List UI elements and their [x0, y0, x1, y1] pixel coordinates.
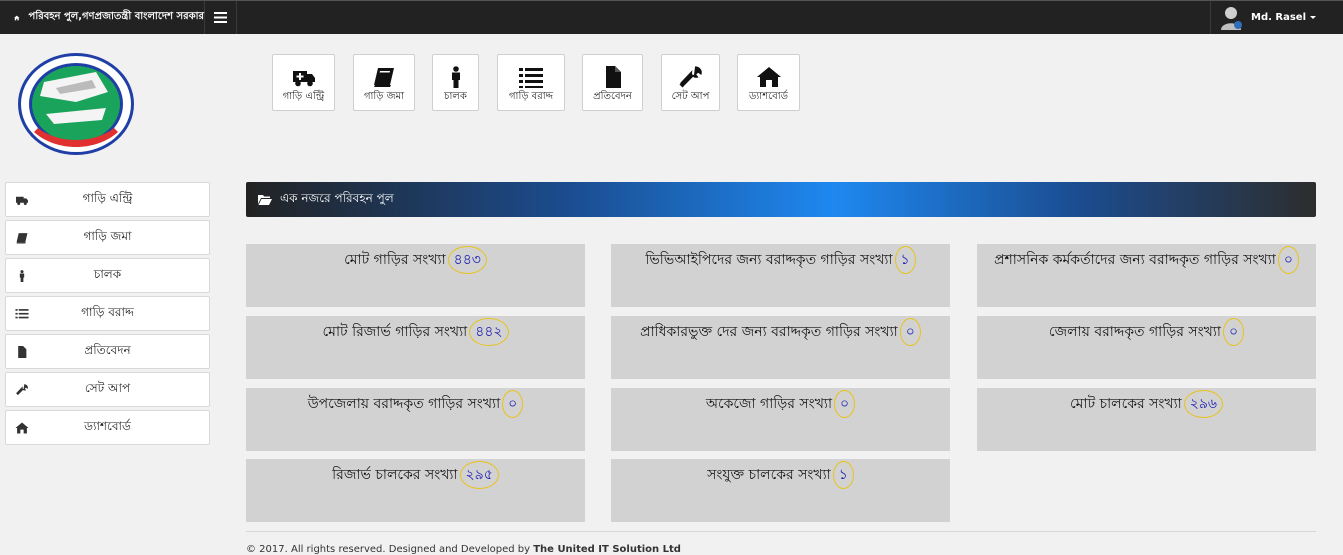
sidebar-item-vehicle-allocation[interactable]: গাড়ি বরাদ্দ: [5, 296, 210, 331]
stat-label: প্রাধিকারভুক্ত দের জন্য বরাদ্দকৃত গাড়ির…: [640, 324, 898, 340]
toolbar-label: গাড়ি বরাদ্দ: [509, 91, 553, 102]
sidebar-item-label: গাড়ি জমা: [83, 228, 132, 243]
stat-label: মোট রিজার্ভ গাড়ির সংখ্যা: [322, 324, 468, 340]
footer-text: © 2017. All rights reserved. Designed an…: [246, 544, 534, 555]
wrench-icon: [679, 66, 702, 88]
home-icon: [14, 15, 20, 20]
caret-down-icon: [1310, 16, 1316, 19]
stat-card[interactable]: মোট চালকের সংখ্যা ২৯৬: [977, 388, 1316, 451]
stat-card[interactable]: ভিভিআইপিদের জন্য বরাদ্দকৃত গাড়ির সংখ্যা…: [611, 244, 950, 307]
ambulance-icon: [292, 71, 315, 87]
home-icon: [756, 67, 781, 87]
top-navbar: পরিবহন পুল,গণপ্রজাতন্ত্রী বাংলাদেশ সরকার…: [0, 0, 1343, 34]
stat-value: ২৯৬: [1183, 390, 1224, 418]
stat-card[interactable]: উপজেলায় বরাদ্দকৃত গাড়ির সংখ্যা ০: [246, 388, 585, 451]
stat-card[interactable]: অকেজো গাড়ির সংখ্যা ০: [611, 388, 950, 451]
sidebar-menu: গাড়ি এন্ট্রি গাড়ি জমা চালক গাড়ি বরাদ্…: [5, 182, 210, 448]
sidebar-item-driver[interactable]: চালক: [5, 258, 210, 293]
stat-value: ২৯৫: [459, 461, 499, 489]
sidebar-item-dashboard[interactable]: ড্যাশবোর্ড: [5, 410, 210, 445]
toolbar-label: ড্যাশবোর্ড: [749, 91, 788, 102]
toolbar-label: প্রতিবেদন: [593, 91, 632, 102]
stat-label: ভিভিআইপিদের জন্য বরাদ্দকৃত গাড়ির সংখ্যা: [645, 252, 893, 268]
toolbar-vehicle-deposit-button[interactable]: গাড়ি জমা: [353, 54, 415, 111]
sidebar-item-vehicle-entry[interactable]: গাড়ি এন্ট্রি: [5, 182, 210, 217]
stat-value: ০: [1222, 318, 1245, 346]
toolbar-label: গাড়ি জমা: [363, 91, 405, 102]
stat-card[interactable]: জেলায় বরাদ্দকৃত গাড়ির সংখ্যা ০: [977, 316, 1316, 379]
list-icon: [519, 68, 543, 88]
stat-label: মোট চালকের সংখ্যা: [1069, 396, 1182, 412]
sidebar-item-label: সেট আপ: [84, 380, 131, 395]
file-icon: [18, 346, 27, 358]
stat-label: অকেজো গাড়ির সংখ্যা: [705, 396, 833, 412]
home-icon: [15, 422, 29, 434]
stat-label: রিজার্ভ চালকের সংখ্যা: [332, 467, 458, 483]
stat-card[interactable]: প্রশাসনিক কর্মকর্তাদের জন্য বরাদ্দকৃত গা…: [977, 244, 1316, 307]
stat-value: ৪৪২: [469, 318, 509, 346]
toolbar-vehicle-allocation-button[interactable]: গাড়ি বরাদ্দ: [497, 54, 565, 111]
toolbar-dashboard-button[interactable]: ড্যাশবোর্ড: [737, 54, 800, 111]
stat-card[interactable]: প্রাধিকারভুক্ত দের জন্য বরাদ্দকৃত গাড়ির…: [611, 316, 950, 379]
footer-divider: [246, 531, 1316, 532]
sidebar-item-label: গাড়ি এন্ট্রি: [82, 190, 133, 205]
stat-label: উপজেলায় বরাদ্দকৃত গাড়ির সংখ্যা: [307, 396, 501, 412]
hamburger-icon: [214, 12, 227, 23]
person-icon: [19, 270, 25, 282]
stat-value: ১: [832, 461, 854, 489]
ambulance-icon: [16, 196, 28, 206]
toolbar-report-button[interactable]: প্রতিবেদন: [582, 54, 643, 111]
sidebar-item-report[interactable]: প্রতিবেদন: [5, 334, 210, 369]
brand-link[interactable]: পরিবহন পুল,গণপ্রজাতন্ত্রী বাংলাদেশ সরকার: [0, 1, 205, 34]
book-icon: [16, 233, 28, 244]
sidebar-item-label: প্রতিবেদন: [84, 342, 131, 357]
stat-card[interactable]: মোট রিজার্ভ গাড়ির সংখ্যা ৪৪২: [246, 316, 585, 379]
stat-label: প্রশাসনিক কর্মকর্তাদের জন্য বরাদ্দকৃত গা…: [994, 252, 1276, 268]
sidebar-item-label: ড্যাশবোর্ড: [84, 418, 131, 433]
stat-card[interactable]: রিজার্ভ চালকের সংখ্যা ২৯৫: [246, 459, 585, 522]
stat-value: ০: [899, 318, 921, 346]
user-menu[interactable]: Md. Rasel: [1210, 1, 1343, 34]
stat-label: জেলায় বরাদ্দকৃত গাড়ির সংখ্যা: [1048, 324, 1221, 340]
toolbar-setup-button[interactable]: সেট আপ: [661, 54, 720, 111]
stat-value: ০: [834, 390, 856, 418]
menu-toggle-button[interactable]: [205, 1, 237, 34]
stat-value: ০: [1277, 246, 1299, 274]
list-icon: [15, 309, 29, 319]
stat-card[interactable]: মোট গাড়ির সংখ্যা ৪৪৩: [246, 244, 585, 307]
sidebar-item-label: চালক: [93, 266, 122, 281]
user-name: Md. Rasel: [1251, 12, 1306, 23]
stat-value: ৪৪৩: [447, 246, 487, 274]
toolbar-label: গাড়ি এন্ট্রি: [282, 91, 325, 102]
toolbar-driver-button[interactable]: চালক: [432, 54, 479, 111]
footer: © 2017. All rights reserved. Designed an…: [246, 544, 681, 555]
folder-open-icon: [258, 195, 272, 205]
section-banner: এক নজরে পরিবহন পুল: [246, 182, 1316, 217]
book-icon: [374, 68, 394, 87]
brand-title: পরিবহন পুল,গণপ্রজাতন্ত্রী বাংলাদেশ সরকার: [28, 11, 204, 22]
stat-label: সংযুক্ত চালকের সংখ্যা: [707, 467, 831, 483]
stat-label: মোট গাড়ির সংখ্যা: [344, 252, 446, 268]
toolbar-label: সেট আপ: [671, 91, 710, 102]
person-icon: [451, 66, 460, 88]
stat-value: ০: [502, 390, 524, 418]
user-avatar-icon: [1221, 6, 1242, 30]
sidebar-item-vehicle-deposit[interactable]: গাড়ি জমা: [5, 220, 210, 255]
file-icon: [605, 66, 621, 88]
banner-title: এক নজরে পরিবহন পুল: [280, 190, 394, 205]
stat-value: ১: [894, 246, 916, 274]
footer-company: The United IT Solution Ltd: [533, 544, 681, 555]
organization-logo: [18, 53, 134, 155]
toolbar-vehicle-entry-button[interactable]: গাড়ি এন্ট্রি: [272, 54, 335, 111]
wrench-icon: [16, 384, 28, 396]
sidebar-item-setup[interactable]: সেট আপ: [5, 372, 210, 407]
sidebar-item-label: গাড়ি বরাদ্দ: [81, 304, 134, 319]
toolbar-label: চালক: [444, 91, 467, 102]
stat-card[interactable]: সংযুক্ত চালকের সংখ্যা ১: [611, 459, 950, 522]
